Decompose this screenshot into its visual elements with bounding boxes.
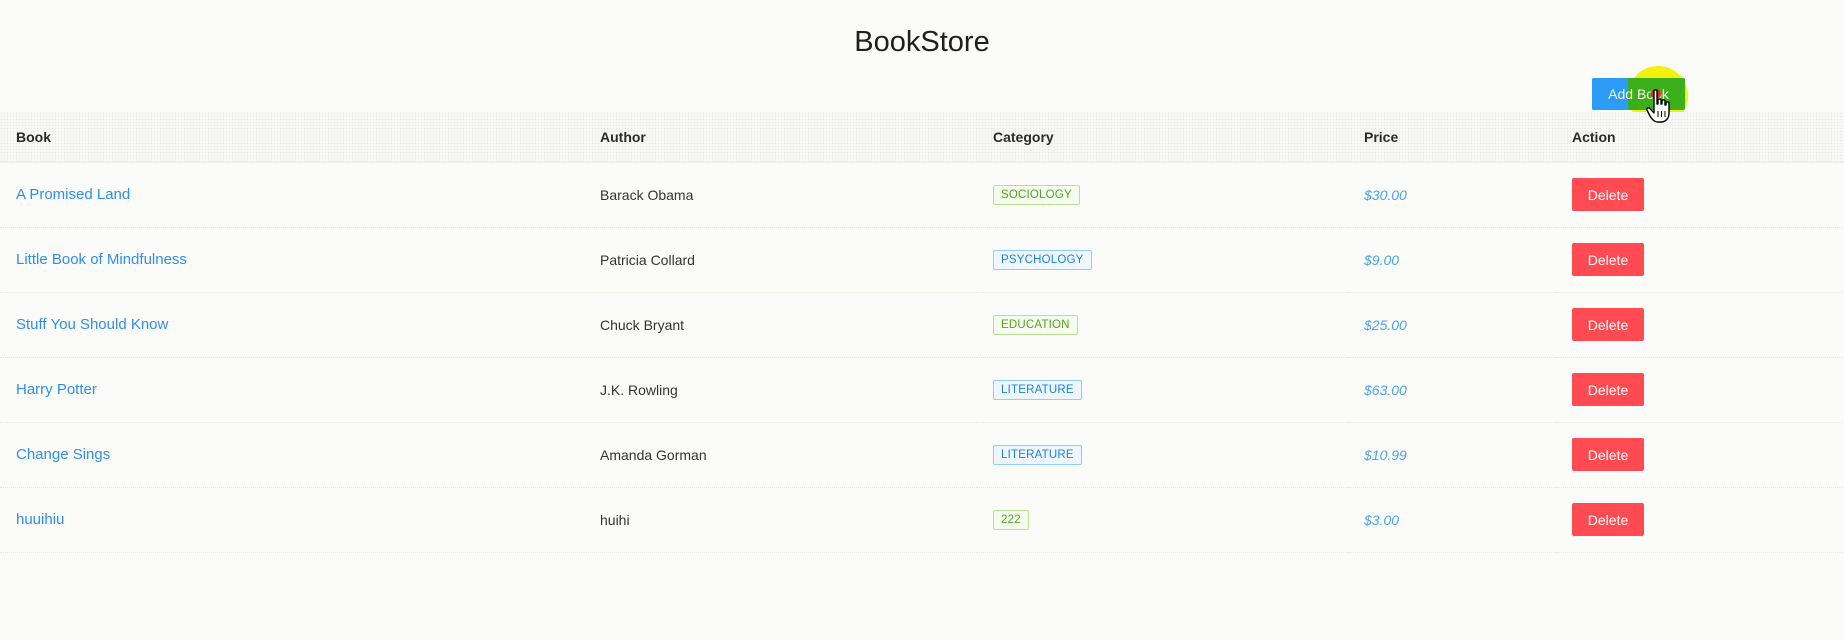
category-tag: PSYCHOLOGY bbox=[993, 249, 1092, 270]
book-title-link[interactable]: huuihiu bbox=[16, 511, 64, 528]
table-row: Little Book of Mindfulness Patricia Coll… bbox=[0, 227, 1844, 293]
table-row: Change Sings Amanda Gorman LITERATURE $1… bbox=[0, 422, 1844, 488]
price-value: $3.00 bbox=[1364, 511, 1400, 528]
category-tag: LITERATURE bbox=[993, 379, 1082, 400]
book-title-link[interactable]: Stuff You Should Know bbox=[16, 316, 168, 333]
category-tag: EDUCATION bbox=[993, 314, 1078, 335]
table-row: Stuff You Should Know Chuck Bryant EDUCA… bbox=[0, 292, 1844, 358]
column-header-category: Category bbox=[977, 112, 1348, 163]
author-name: J.K. Rowling bbox=[600, 381, 678, 398]
delete-button[interactable]: Delete bbox=[1572, 308, 1644, 341]
category-tag: 222 bbox=[993, 509, 1029, 530]
column-header-author: Author bbox=[584, 112, 977, 163]
delete-button[interactable]: Delete bbox=[1572, 178, 1644, 211]
price-value: $30.00 bbox=[1364, 186, 1407, 203]
author-name: Chuck Bryant bbox=[600, 316, 685, 333]
book-title-link[interactable]: Change Sings bbox=[16, 446, 110, 463]
author-name: Amanda Gorman bbox=[600, 446, 707, 463]
author-name: Barack Obama bbox=[600, 186, 694, 203]
table-row: A Promised Land Barack Obama SOCIOLOGY $… bbox=[0, 162, 1844, 228]
column-header-price: Price bbox=[1348, 112, 1556, 163]
price-value: $9.00 bbox=[1364, 251, 1400, 268]
delete-button[interactable]: Delete bbox=[1572, 243, 1644, 276]
table-header-row: Book Author Category Price Action bbox=[0, 112, 1844, 163]
category-tag: SOCIOLOGY bbox=[993, 184, 1080, 205]
column-header-book: Book bbox=[0, 112, 584, 163]
price-value: $25.00 bbox=[1364, 316, 1407, 333]
delete-button[interactable]: Delete bbox=[1572, 503, 1644, 536]
page-title: BookStore bbox=[854, 26, 990, 58]
book-title-link[interactable]: Little Book of Mindfulness bbox=[16, 251, 187, 268]
price-value: $63.00 bbox=[1364, 381, 1407, 398]
table-row: huuihiu huihi 222 $3.00 Delete bbox=[0, 487, 1844, 553]
column-header-action: Action bbox=[1556, 112, 1844, 163]
category-tag: LITERATURE bbox=[993, 444, 1082, 465]
delete-button[interactable]: Delete bbox=[1572, 373, 1644, 406]
books-table: Book Author Category Price Action A Prom… bbox=[0, 112, 1844, 553]
table-row: Harry Potter J.K. Rowling LITERATURE $63… bbox=[0, 357, 1844, 423]
delete-button[interactable]: Delete bbox=[1572, 438, 1644, 471]
book-title-link[interactable]: A Promised Land bbox=[16, 186, 130, 203]
author-name: Patricia Collard bbox=[600, 251, 695, 268]
author-name: huihi bbox=[600, 511, 630, 528]
hand-pointer-icon bbox=[1646, 89, 1670, 123]
book-title-link[interactable]: Harry Potter bbox=[16, 381, 97, 398]
price-value: $10.99 bbox=[1364, 446, 1407, 463]
